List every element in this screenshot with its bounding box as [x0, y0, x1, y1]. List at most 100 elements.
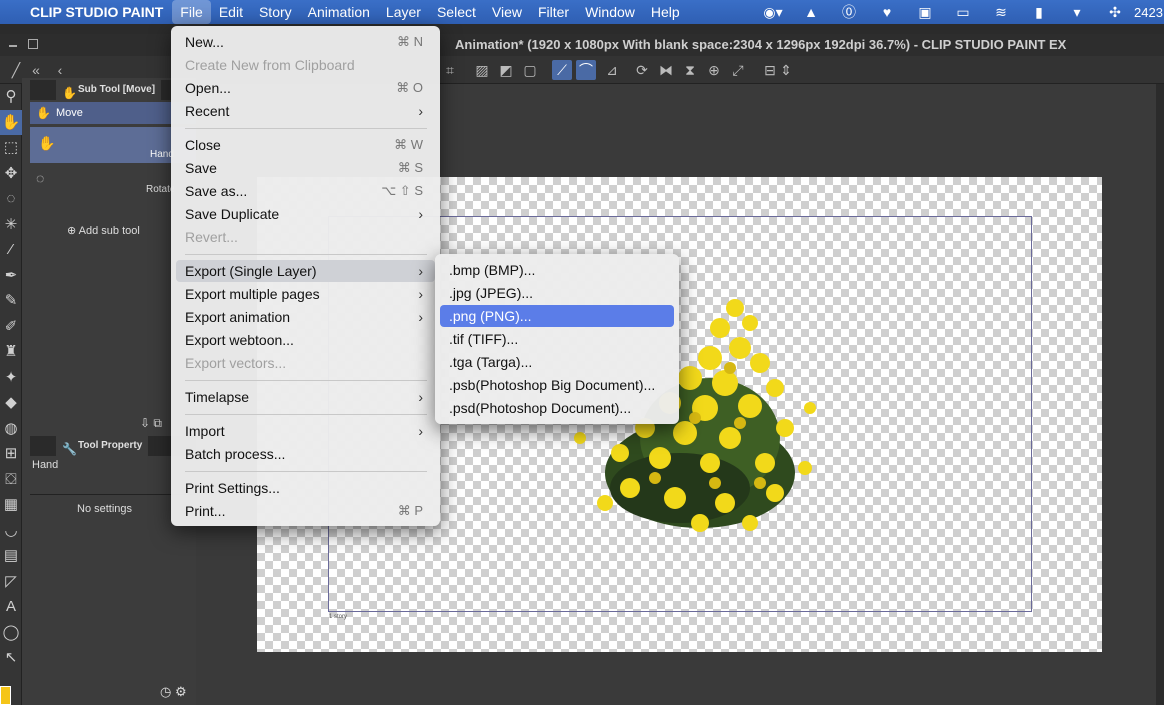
- menu-item-print-settings[interactable]: Print Settings...: [176, 477, 435, 499]
- menu-item-recent[interactable]: Recent ›: [176, 100, 435, 122]
- minimize-icon[interactable]: [9, 45, 17, 47]
- menu-item-close[interactable]: Close ⌘ W: [176, 134, 435, 156]
- submenu-item-png[interactable]: .png (PNG)...: [440, 305, 674, 327]
- no-settings-label: No settings: [77, 503, 133, 515]
- correct-line-icon[interactable]: ↖: [0, 645, 22, 671]
- pen-tool-icon[interactable]: ✒: [0, 263, 22, 289]
- fill-area-icon[interactable]: ◩: [496, 60, 516, 80]
- operation-tool-icon[interactable]: ⬚: [0, 135, 22, 161]
- menu-edit[interactable]: Edit: [211, 0, 251, 24]
- back-icon[interactable]: ‹: [50, 60, 70, 80]
- menu-item-export-single-layer[interactable]: Export (Single Layer) ›: [176, 260, 435, 282]
- gradient-icon[interactable]: ▦: [0, 492, 22, 518]
- fit-icon[interactable]: ⤢: [728, 60, 748, 80]
- maximize-icon[interactable]: [28, 39, 38, 49]
- rotate-canvas-icon[interactable]: ⟳: [632, 60, 652, 80]
- frame-icon[interactable]: ▢: [520, 60, 540, 80]
- hand-tool-icon[interactable]: ✋: [0, 109, 22, 135]
- vlc-icon[interactable]: ▲: [792, 4, 830, 20]
- menu-item-export-webtoon[interactable]: Export webtoon...: [176, 329, 435, 351]
- guide-icon[interactable]: ▨: [472, 60, 492, 80]
- network-icon[interactable]: ≋: [982, 4, 1020, 21]
- pencil-icon[interactable]: ✎: [0, 288, 22, 314]
- menu-item-print[interactable]: Print... ⌘ P: [176, 500, 435, 522]
- add-sub-tool-button[interactable]: ⊕ Add sub tool: [67, 224, 140, 237]
- window-icon[interactable]: ▣: [906, 4, 944, 21]
- magic-wand-icon[interactable]: ✳: [0, 212, 22, 238]
- submenu-item-tif[interactable]: .tif (TIFF)...: [440, 328, 674, 350]
- menu-shortcut: ⌘ S: [397, 160, 423, 175]
- menu-item-batch-process[interactable]: Batch process...: [176, 443, 435, 465]
- menu-item-timelapse[interactable]: Timelapse ›: [176, 386, 435, 408]
- history-icon[interactable]: ◷: [160, 684, 171, 699]
- submenu-item-tga[interactable]: .tga (Targa)...: [440, 351, 674, 373]
- move-layer-icon[interactable]: ✥: [0, 161, 22, 187]
- heart-icon[interactable]: ♥: [868, 4, 906, 20]
- menu-item-open[interactable]: Open... ⌘ O: [176, 77, 435, 99]
- menu-item-label: Print...: [185, 503, 226, 519]
- submenu-item-bmp[interactable]: .bmp (BMP)...: [440, 259, 674, 281]
- menu-help[interactable]: Help: [643, 0, 688, 24]
- foreground-color-swatch[interactable]: [0, 686, 11, 705]
- sub-tool-tab[interactable]: ✋ Sub Tool [Move]: [56, 80, 162, 100]
- menu-item-import[interactable]: Import ›: [176, 420, 435, 442]
- crop-icon[interactable]: ⌗: [440, 60, 460, 80]
- menu-item-label: Save as...: [185, 183, 248, 199]
- zero-icon[interactable]: ⓪: [830, 2, 868, 22]
- menu-item-export-animation[interactable]: Export animation ›: [176, 306, 435, 328]
- menu-file[interactable]: File: [172, 0, 211, 24]
- blend-icon[interactable]: ◍: [0, 416, 22, 442]
- stepper-icon[interactable]: ⇕: [780, 60, 792, 80]
- menu-item-export-multiple-pages[interactable]: Export multiple pages ›: [176, 283, 435, 305]
- perspective-icon[interactable]: ⊿: [602, 60, 622, 80]
- submenu-item-psd[interactable]: .psd(Photoshop Document)...: [440, 397, 674, 419]
- flip-horizontal-icon[interactable]: ⧓: [656, 60, 676, 80]
- text-tool-icon[interactable]: A: [0, 594, 22, 620]
- eraser-icon[interactable]: ◆: [0, 390, 22, 416]
- brush-icon[interactable]: ✐: [0, 314, 22, 340]
- fill-icon[interactable]: ⛋: [0, 467, 22, 493]
- submenu-item-jpg[interactable]: .jpg (JPEG)...: [440, 282, 674, 304]
- menu-select[interactable]: Select: [429, 0, 484, 24]
- pen-icon[interactable]: ╱: [6, 60, 26, 80]
- menu-item-save-as[interactable]: Save as... ⌥ ⇧ S: [176, 180, 435, 202]
- menu-animation[interactable]: Animation: [300, 0, 378, 24]
- airbrush-icon[interactable]: ♜: [0, 339, 22, 365]
- record-icon[interactable]: ◉▾: [754, 4, 792, 21]
- menu-item-save-duplicate[interactable]: Save Duplicate ›: [176, 203, 435, 225]
- tool-property-tab[interactable]: 🔧 Tool Property: [56, 436, 149, 456]
- zoom-icon[interactable]: ⊕: [704, 60, 724, 80]
- settings-icon[interactable]: ⚙: [175, 684, 187, 699]
- import-icon[interactable]: ⇩: [140, 416, 150, 430]
- canvas-scrollbar[interactable]: [1156, 84, 1164, 705]
- lasso-icon[interactable]: ◌: [0, 186, 22, 212]
- ruler-icon[interactable]: ◸: [0, 569, 22, 595]
- print-preview-icon[interactable]: ⊟: [760, 60, 780, 80]
- trash-icon[interactable]: ▾: [1058, 4, 1096, 21]
- fan-icon[interactable]: ✣: [1096, 4, 1134, 21]
- duplicate-icon[interactable]: ⧉: [153, 416, 162, 430]
- menu-view[interactable]: View: [484, 0, 530, 24]
- zoom-tool-icon[interactable]: ⚲: [0, 84, 22, 110]
- curve-snap-icon[interactable]: ⌒: [576, 60, 596, 80]
- ruler-snap-icon[interactable]: ⟋: [552, 60, 572, 80]
- grid-icon[interactable]: ⊞: [0, 441, 22, 467]
- menu-filter[interactable]: Filter: [530, 0, 577, 24]
- collapse-icon[interactable]: «: [26, 60, 46, 80]
- menu-layer[interactable]: Layer: [378, 0, 429, 24]
- submenu-item-psb[interactable]: .psb(Photoshop Big Document)...: [440, 374, 674, 396]
- figure-icon[interactable]: ◡: [0, 518, 22, 544]
- decoration-icon[interactable]: ✦: [0, 365, 22, 391]
- menu-item-save[interactable]: Save ⌘ S: [176, 157, 435, 179]
- display-icon[interactable]: ▭: [944, 4, 982, 21]
- balloon-icon[interactable]: ◯: [0, 620, 22, 646]
- menu-item-new[interactable]: New... ⌘ N: [176, 31, 435, 53]
- app-name-menu[interactable]: CLIP STUDIO PAINT: [22, 4, 172, 20]
- eyedropper-icon[interactable]: ⁄: [0, 237, 22, 263]
- frame-border-icon[interactable]: ▤: [0, 543, 22, 569]
- chevron-right-icon: ›: [418, 103, 423, 119]
- menu-story[interactable]: Story: [251, 0, 300, 24]
- flip-vertical-icon[interactable]: ⧗: [680, 60, 700, 80]
- menu-window[interactable]: Window: [577, 0, 643, 24]
- audio-icon[interactable]: ▮: [1020, 4, 1058, 21]
